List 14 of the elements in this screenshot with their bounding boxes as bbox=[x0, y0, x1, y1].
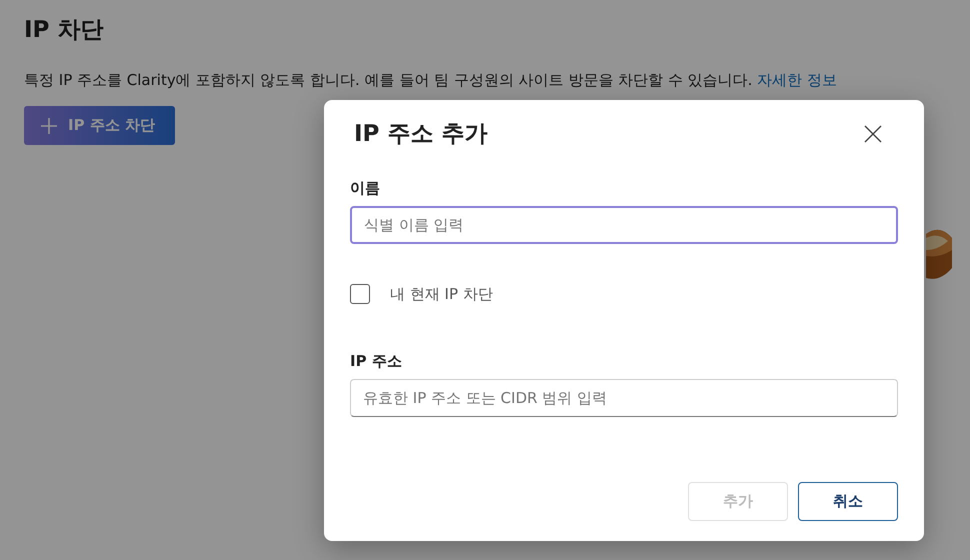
block-ip-button[interactable]: IP 주소 차단 bbox=[24, 106, 176, 145]
checkbox[interactable] bbox=[350, 284, 370, 304]
input-field[interactable]: 유효한 IP 주소 또는 CIDR 범위 입력 bbox=[350, 379, 898, 417]
cancel-button[interactable]: 취소 bbox=[798, 482, 898, 521]
dialog-title: IP 주소 추가 bbox=[354, 120, 488, 149]
input-field[interactable]: 식별 이름 입력 bbox=[350, 206, 898, 244]
page-title: IP 차단 bbox=[24, 16, 104, 45]
close-icon[interactable] bbox=[864, 124, 882, 142]
description-text: 특정 IP 주소를 Clarity에 포함하지 않도록 합니다. 예를 들어 팀 구성원의 사이트 방문을 차단할 수 있습니다. 자세한 정보 bbox=[24, 71, 838, 90]
checkbox-label: 내 현재 IP 차단 bbox=[390, 284, 493, 304]
field-label: 이름 bbox=[350, 179, 381, 198]
learn-more-link[interactable]: 자세한 정보 bbox=[757, 71, 838, 89]
plus-icon bbox=[40, 116, 58, 134]
field-label: IP 주소 bbox=[350, 352, 403, 371]
